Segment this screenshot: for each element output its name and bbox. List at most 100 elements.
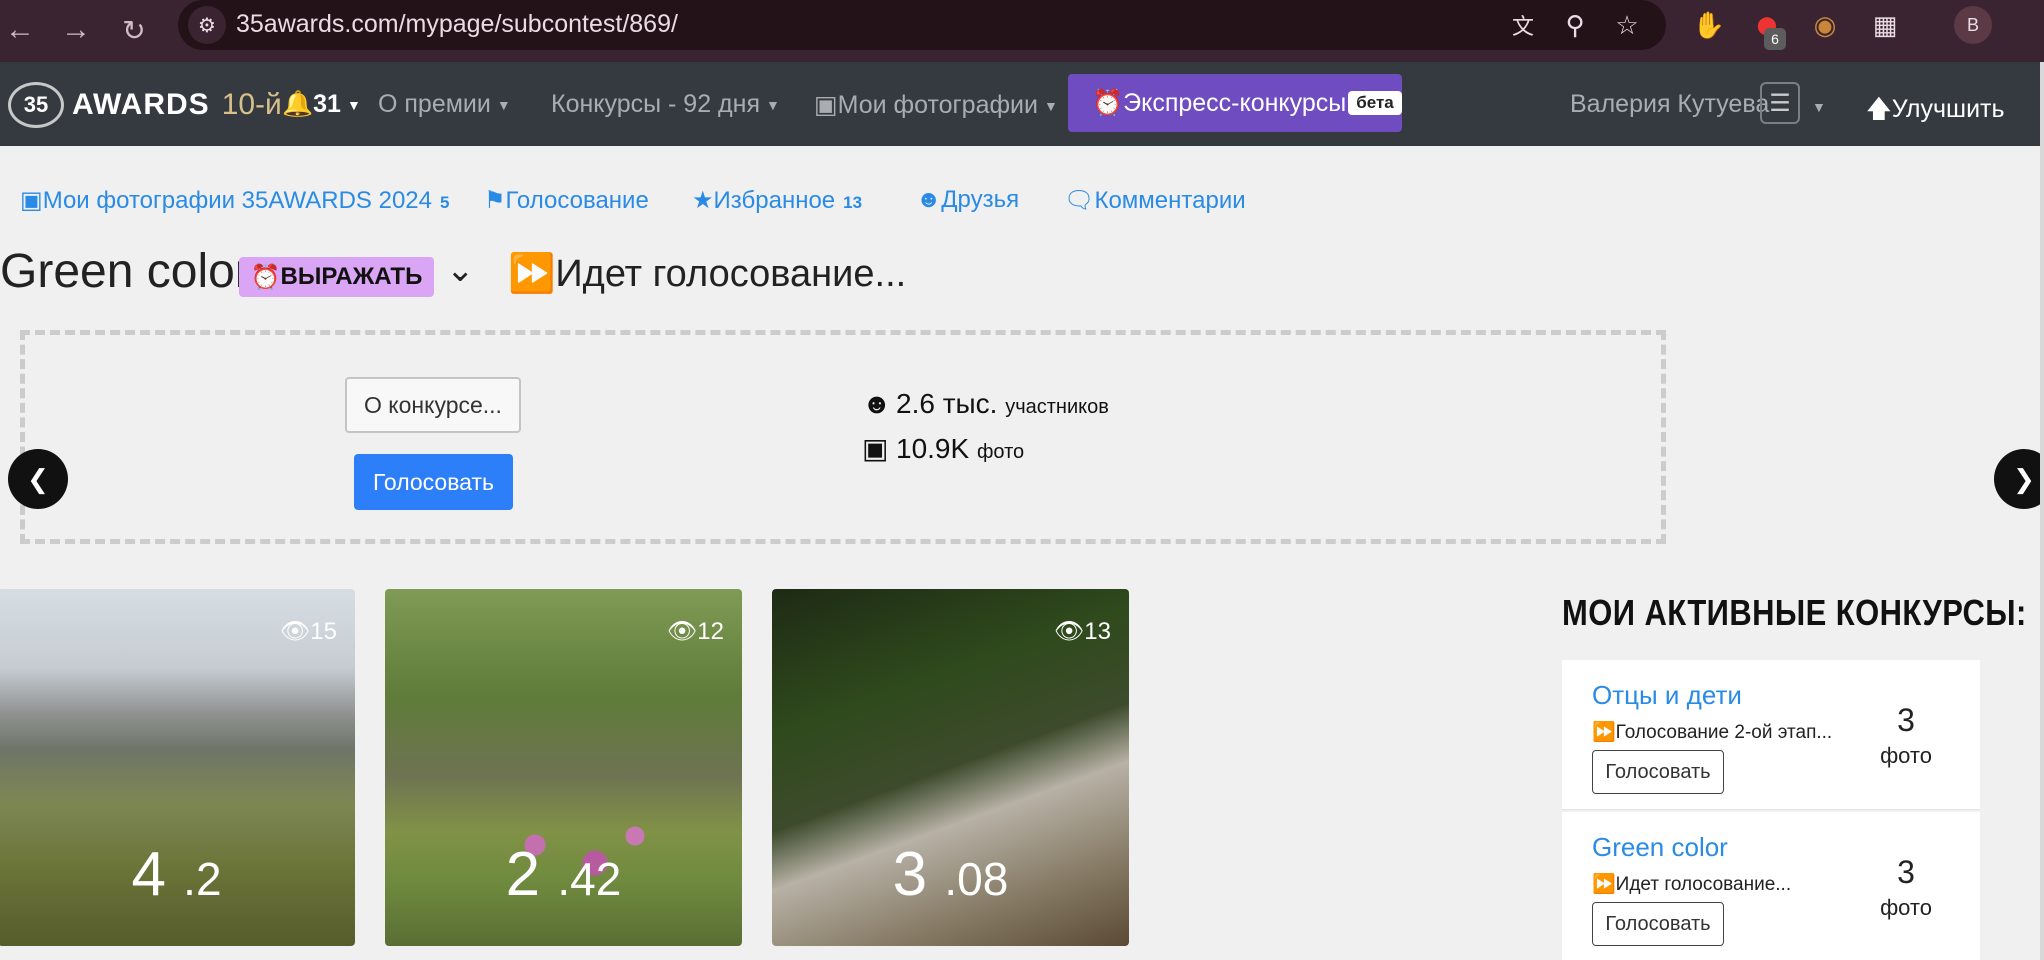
score-dec: .42 (557, 853, 622, 905)
active-contest-vote-button[interactable]: Голосовать (1592, 750, 1724, 794)
bear-extension-icon[interactable]: ◉ (1806, 6, 1844, 44)
active-contest-status: ⏩Голосование 2-ой этап... (1592, 720, 1832, 744)
browser-toolbar: ← → ↻ ⚙ 35awards.com/mypage/subcontest/8… (0, 0, 2044, 62)
star-icon: ★ (692, 187, 714, 214)
image-icon: ▣ (814, 91, 838, 119)
voting-status: ⏩Идет голосование... (508, 252, 906, 296)
site-navbar: 35 AWARDS 10-й 🔔31 ▼ О премии ▼ Конкурсы -… (0, 62, 2040, 146)
voting-status-label: Идет голосование... (555, 253, 907, 295)
sub-nav-my-photos-label: Мои фотографии 35AWARDS 2024 (42, 187, 432, 214)
extensions-puzzle-icon[interactable]: ▦ (1866, 6, 1904, 44)
sub-nav-friends-label: Друзья (941, 186, 1020, 213)
photo-card[interactable]: 👁13 3 .08 (772, 589, 1129, 946)
caret-down-icon: ▼ (1812, 99, 1826, 116)
caret-down-icon: ▼ (496, 97, 511, 114)
image-icon: ▣ (862, 433, 889, 464)
logo-year: 10-й (221, 88, 282, 121)
adblock-extension-icon[interactable]: ✋ (1690, 6, 1728, 44)
profile-avatar[interactable]: В (1954, 6, 1992, 44)
score-int: 4 (131, 840, 166, 909)
sub-nav-favorites-label: Избранное (713, 187, 836, 214)
sub-nav-voting-label: Голосование (505, 187, 649, 214)
page-scrollbar[interactable] (2040, 62, 2044, 960)
image-icon: ▣ (20, 187, 43, 214)
active-contest-status-label: Идет голосование... (1615, 874, 1792, 895)
caret-down-icon: ▼ (346, 97, 361, 114)
forward-icon[interactable]: → (56, 10, 96, 50)
fast-forward-icon: ⏩ (508, 253, 556, 295)
sub-nav-voting[interactable]: ⚑Голосование (484, 186, 649, 215)
nav-about-label: О премии (378, 90, 491, 118)
zoom-icon[interactable]: ⚲ (1556, 6, 1594, 44)
notifications-button[interactable]: 🔔31 ▼ (282, 90, 361, 119)
nav-contests[interactable]: Конкурсы - 92 дня ▼ (551, 90, 780, 119)
active-contest-card: Отцы и дети ⏩Голосование 2-ой этап... Го… (1562, 660, 1980, 810)
vote-button[interactable]: Голосовать (354, 454, 513, 510)
carousel-prev-button[interactable]: ❮ (8, 449, 68, 509)
sidebar-title: Мои активные конкурсы: (1562, 592, 2027, 633)
eye-icon: 👁 (1053, 618, 1085, 645)
about-contest-button[interactable]: О конкурсе... (345, 377, 521, 433)
logo-mark-icon: 35 (8, 82, 64, 128)
extension-badge: 6 (1764, 28, 1786, 50)
active-contest-count: 3 фото (1880, 854, 1932, 921)
express-contests-button[interactable]: ⏰ Экспресс-конкурсы бета (1068, 74, 1402, 132)
photo-card[interactable]: 👁12 2 .42 (385, 589, 742, 946)
sub-nav-friends[interactable]: ☻Друзья (916, 186, 1019, 214)
comments-icon: 🗨 (1064, 187, 1095, 214)
views-count: 13 (1084, 618, 1111, 645)
participants-label: участников (1005, 396, 1109, 418)
photo-score: 2 .42 (385, 839, 742, 910)
beta-badge: бета (1348, 91, 1402, 115)
photo-card[interactable]: 👁15 4 .2 (0, 589, 355, 946)
score-dec: .08 (944, 853, 1009, 905)
eye-icon: 👁 (666, 618, 698, 645)
sub-nav-my-photos[interactable]: ▣Мои фотографии 35AWARDS 2024 5 (20, 186, 449, 215)
reload-icon[interactable]: ↻ (114, 10, 154, 50)
caret-down-icon: ▼ (1043, 98, 1058, 115)
photo-views: 👁15 (280, 617, 337, 646)
chevron-down-icon[interactable]: ⌄ (446, 250, 475, 290)
bell-icon: 🔔 (282, 90, 314, 118)
active-contest-status-label: Голосование 2-ой этап... (1615, 722, 1833, 743)
user-name[interactable]: Валерия Кутуева (1570, 90, 1769, 119)
nav-my-photos[interactable]: ▣Мои фотографии ▼ (814, 90, 1058, 120)
fast-forward-icon: ⏩ (1592, 722, 1616, 743)
site-logo[interactable]: 35 AWARDS 10-й (8, 82, 282, 128)
photo-views: 👁12 (667, 617, 724, 646)
back-icon[interactable]: ← (0, 10, 40, 50)
active-contest-title[interactable]: Отцы и дети (1592, 680, 1742, 711)
url-text[interactable]: 35awards.com/mypage/subcontest/869/ (236, 10, 678, 39)
express-badge[interactable]: ⏰ ВЫРАЖАТЬ (239, 257, 434, 297)
translate-icon[interactable]: 文 (1504, 6, 1542, 44)
active-contest-title[interactable]: Green color (1592, 832, 1728, 863)
photo-views: 👁13 (1054, 617, 1111, 646)
active-contest-count: 3 фото (1880, 702, 1932, 769)
score-int: 3 (892, 840, 928, 909)
active-contest-status: ⏩Идет голосование... (1592, 872, 1791, 896)
bookmark-star-icon[interactable]: ☆ (1608, 6, 1646, 44)
active-contest-vote-button[interactable]: Голосовать (1592, 902, 1724, 946)
flag-icon: ⚑ (484, 187, 506, 214)
site-settings-icon[interactable]: ⚙ (188, 6, 226, 44)
count-number: 3 (1897, 702, 1915, 738)
photos-value: 10.9K (896, 433, 970, 464)
count-label: фото (1880, 743, 1932, 768)
carousel-next-button[interactable]: ❯ (1994, 449, 2044, 509)
score-int: 2 (505, 840, 541, 909)
views-count: 12 (697, 618, 724, 645)
upgrade-label: Улучшить (1891, 95, 2005, 123)
menu-hamburger-icon[interactable]: ☰ (1760, 82, 1800, 124)
fast-forward-icon: ⏩ (1592, 874, 1616, 895)
sub-nav-favorites[interactable]: ★Избранное 13 (692, 186, 862, 215)
user-menu-caret[interactable]: ▼ (1806, 92, 1826, 121)
logo-text: AWARDS (72, 88, 210, 121)
favorites-count: 13 (843, 193, 863, 212)
nav-contests-label: Конкурсы - 92 дня (551, 90, 760, 118)
sub-nav-comments[interactable]: 🗨Комментарии (1064, 186, 1246, 215)
upgrade-button[interactable]: 🡅Улучшить (1866, 90, 2005, 133)
eye-icon: 👁 (279, 618, 311, 645)
nav-about[interactable]: О премии ▼ (378, 90, 511, 119)
alarm-clock-icon: ⏰ (1092, 88, 1124, 117)
views-count: 15 (310, 618, 337, 645)
